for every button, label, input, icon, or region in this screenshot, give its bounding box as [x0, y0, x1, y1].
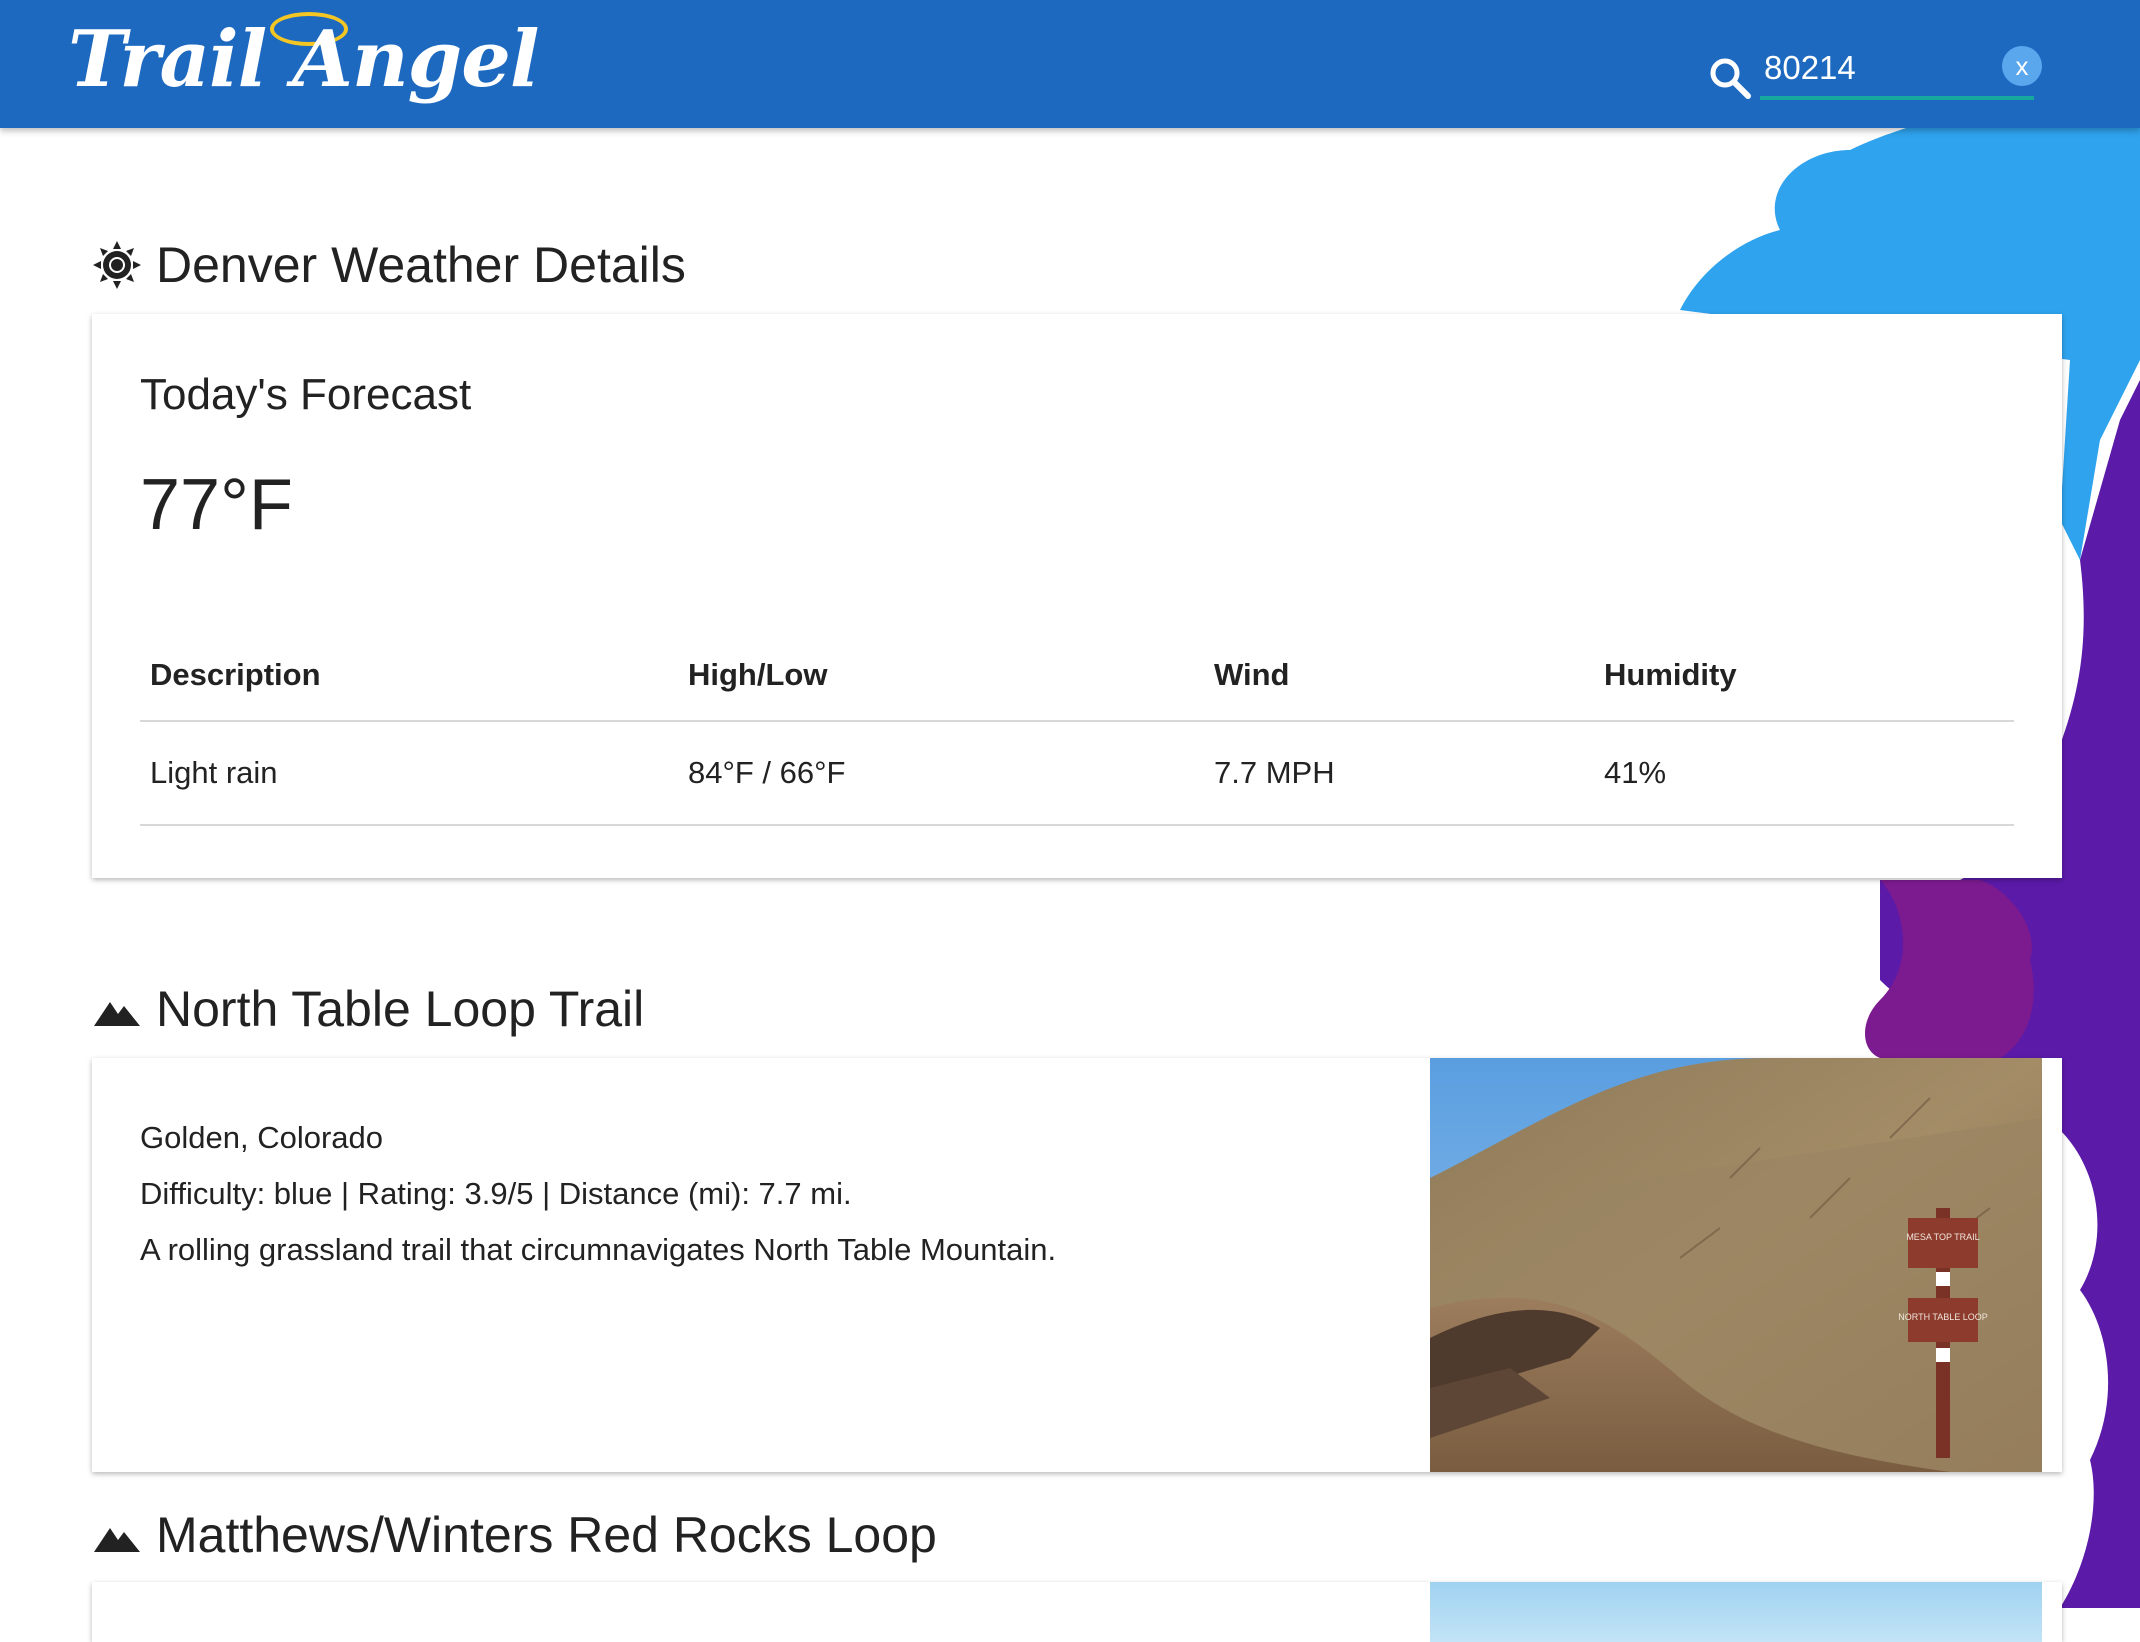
trail-photo[interactable]: MESA TOP TRAIL NORTH TABLE LOOP [1430, 1058, 2042, 1472]
column-header-humidity: Humidity [1594, 630, 2014, 722]
cell-description: Light rain [140, 721, 678, 826]
cell-wind: 7.7 MPH [1204, 721, 1594, 826]
table-row: Light rain 84°F / 66°F 7.7 MPH 41% [140, 721, 2014, 826]
search-input[interactable] [1760, 40, 2034, 100]
mountain-icon [94, 1528, 140, 1552]
close-icon: x [2015, 51, 2029, 81]
current-temperature: 77°F [140, 465, 293, 545]
sun-icon [93, 241, 141, 289]
trail-heading-text[interactable]: North Table Loop Trail [156, 980, 644, 1038]
trail-location: Golden, Colorado [140, 1120, 383, 1155]
sign-text-1: MESA TOP TRAIL [1906, 1232, 1979, 1242]
clear-search-button[interactable]: x [2002, 46, 2042, 86]
trail-photo[interactable] [1430, 1582, 2042, 1642]
cell-high-low: 84°F / 66°F [678, 721, 1204, 826]
search-bar [1700, 40, 2040, 114]
trail-card[interactable]: Golden, Colorado Difficulty: blue | Rati… [92, 1058, 2062, 1472]
column-header-description: Description [140, 630, 678, 722]
trail-description: A rolling grassland trail that circumnav… [140, 1232, 1057, 1267]
forecast-title: Today's Forecast [140, 370, 472, 419]
column-header-wind: Wind [1204, 630, 1594, 722]
trail-heading-text[interactable]: Matthews/Winters Red Rocks Loop [156, 1506, 937, 1564]
trail-card[interactable] [92, 1582, 2062, 1642]
weather-heading-text: Denver Weather Details [156, 237, 686, 293]
trail-heading: Matthews/Winters Red Rocks Loop [92, 1506, 937, 1564]
app-logo[interactable]: Trail Angel [68, 10, 539, 110]
main-content: Denver Weather Details Today's Forecast … [0, 0, 2140, 1642]
weather-heading: Denver Weather Details [92, 236, 686, 294]
cell-humidity: 41% [1594, 721, 2014, 826]
mountain-icon [94, 1002, 140, 1026]
weather-table: Description High/Low Wind Humidity Light… [140, 630, 2014, 826]
sign-text-2: NORTH TABLE LOOP [1898, 1312, 1988, 1322]
trail-stats: Difficulty: blue | Rating: 3.9/5 | Dista… [140, 1176, 852, 1211]
trail-details: Golden, Colorado Difficulty: blue | Rati… [140, 1110, 1056, 1278]
app-header: Trail Angel x [0, 0, 2140, 128]
column-header-high-low: High/Low [678, 630, 1204, 722]
weather-card: Today's Forecast 77°F Description High/L… [92, 314, 2062, 878]
trail-photo-image: MESA TOP TRAIL NORTH TABLE LOOP [1430, 1058, 2042, 1472]
table-header-row: Description High/Low Wind Humidity [140, 630, 2014, 722]
trail-heading: North Table Loop Trail [92, 980, 644, 1038]
search-icon[interactable] [1706, 54, 1754, 102]
